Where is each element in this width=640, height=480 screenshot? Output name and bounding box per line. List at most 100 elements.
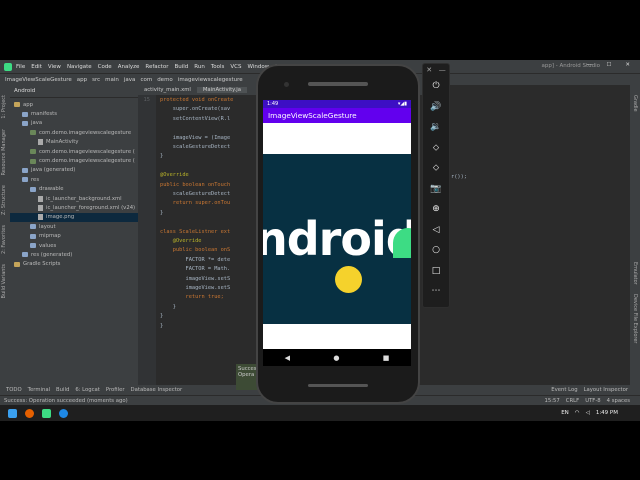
breadcrumb-com[interactable]: com (140, 77, 152, 83)
app-title: ImageViewScaleGesture (268, 111, 357, 120)
emulator-taskbar-icon[interactable] (59, 408, 68, 418)
tool-event-log[interactable]: Event Log (551, 387, 577, 393)
breadcrumb-app[interactable]: app (77, 77, 87, 83)
power-icon[interactable]: ⏻ (423, 76, 449, 97)
code-line: FACTOR *= dete (160, 256, 231, 263)
indent-setting[interactable]: 4 spaces (607, 398, 630, 404)
overview-button-icon[interactable]: □ (423, 261, 449, 282)
emulator-minimize-icon[interactable]: — (439, 66, 446, 74)
tree-item[interactable]: Gradle Scripts (10, 260, 138, 269)
breadcrumb-src[interactable]: src (92, 77, 100, 83)
breadcrumb-main[interactable]: main (105, 77, 119, 83)
firefox-icon[interactable] (25, 408, 34, 418)
breadcrumb-project[interactable]: ImageViewScaleGesture (5, 77, 72, 83)
tree-item[interactable]: drawable (10, 185, 138, 194)
tree-item[interactable]: manifests (10, 109, 138, 118)
clock[interactable]: 1:49 PM (596, 410, 618, 416)
tool-project[interactable]: 1: Project (1, 95, 7, 119)
tree-item[interactable]: res (10, 175, 138, 184)
line-gutter (138, 95, 156, 385)
home-button-icon[interactable]: ○ (423, 240, 449, 261)
tree-item[interactable]: java (generated) (10, 166, 138, 175)
tool-profiler[interactable]: Profiler (106, 387, 125, 393)
tree-item[interactable]: com.demo.imageviewscalegesture ( (10, 156, 138, 165)
tree-item[interactable]: mipmap (10, 231, 138, 240)
close-icon[interactable]: ✕ (625, 62, 630, 68)
tool-build[interactable]: Build (56, 387, 69, 393)
screenshot-icon[interactable]: 📷 (423, 179, 449, 200)
tool-favorites[interactable]: 2: Favorites (1, 225, 7, 254)
tree-item[interactable]: ic_launcher_foreground.xml (v24) (10, 203, 138, 212)
menu-build[interactable]: Build (174, 64, 188, 70)
menu-code[interactable]: Code (98, 64, 112, 70)
tool-device-file-explorer[interactable]: Device File Explorer (632, 294, 638, 343)
tool-layout-inspector[interactable]: Layout Inspector (584, 387, 628, 393)
rotate-left-icon[interactable]: ⬦ (423, 138, 449, 159)
back-icon[interactable]: ◀ (285, 354, 290, 362)
home-icon[interactable]: ● (333, 354, 339, 362)
back-button-icon[interactable]: ◁ (423, 220, 449, 241)
tab-main-activity[interactable]: MainActivity.ja (196, 87, 247, 93)
menu-analyze[interactable]: Analyze (118, 64, 140, 70)
tool-database-inspector[interactable]: Database Inspector (131, 387, 183, 393)
menu-navigate[interactable]: Navigate (67, 64, 92, 70)
tree-item[interactable]: com.demo.imageviewscalegesture ( (10, 147, 138, 156)
breadcrumb-demo[interactable]: demo (157, 77, 173, 83)
tree-item[interactable]: res (generated) (10, 250, 138, 259)
folder-icon (30, 233, 36, 239)
code-line: FACTOR = Math. (160, 266, 231, 273)
tree-item[interactable]: MainActivity (10, 138, 138, 147)
language-indicator[interactable]: EN (561, 410, 569, 416)
cursor-position[interactable]: 15:57 (545, 398, 560, 404)
menu-vcs[interactable]: VCS (230, 64, 241, 70)
emulator-close-icon[interactable]: ✕ (426, 66, 432, 74)
tool-build-variants[interactable]: Build Variants (1, 264, 7, 298)
menu-edit[interactable]: Edit (31, 64, 42, 70)
tool-gradle[interactable]: Gradle (632, 95, 638, 112)
tree-item[interactable]: values (10, 241, 138, 250)
tree-item[interactable]: com.demo.imageviewscalegesture (10, 128, 138, 137)
line-separator[interactable]: CRLF (566, 398, 579, 404)
tool-todo[interactable]: TODO (6, 387, 22, 393)
tool-resource-manager[interactable]: Resource Manager (1, 129, 7, 175)
more-icon[interactable]: ⋯ (423, 281, 449, 302)
rotate-right-icon[interactable]: ⬦ (423, 158, 449, 179)
wifi-icon[interactable]: ◠ (575, 410, 580, 416)
volume-up-icon[interactable]: 🔊 (423, 97, 449, 118)
zoom-icon[interactable]: ⊕ (423, 199, 449, 220)
folder-icon (22, 111, 28, 117)
emulator-control-panel: ✕ — ⏻ 🔊 🔉 ⬦ ⬦ 📷 ⊕ ◁ ○ □ ⋯ (422, 63, 450, 308)
menu-run[interactable]: Run (194, 64, 205, 70)
menu-tools[interactable]: Tools (211, 64, 225, 70)
tool-logcat[interactable]: 6: Logcat (75, 387, 100, 393)
project-view-selector[interactable]: Android (10, 85, 138, 98)
tree-item[interactable]: ic_launcher_background.xml (10, 194, 138, 203)
tree-item[interactable]: image.png (10, 212, 138, 223)
tool-structure[interactable]: Z: Structure (1, 185, 7, 215)
volume-down-icon[interactable]: 🔉 (423, 117, 449, 138)
menu-view[interactable]: View (48, 64, 61, 70)
window-controls: — ☐ ✕ (587, 62, 636, 68)
recents-icon[interactable]: ■ (383, 354, 390, 362)
android-studio-taskbar-icon[interactable] (42, 408, 51, 418)
menu-refactor[interactable]: Refactor (145, 64, 168, 70)
folder-icon (22, 120, 28, 126)
windows-start-icon[interactable] (8, 408, 17, 418)
status-message: Success: Operation succeeded (moments ag… (4, 398, 128, 404)
tree-item[interactable]: app (10, 100, 138, 109)
code-line: class ScaleListner ext (160, 228, 231, 235)
minimize-icon[interactable]: — (587, 62, 593, 68)
tree-item[interactable]: layout (10, 222, 138, 231)
menu-file[interactable]: File (16, 64, 25, 70)
tool-emulator[interactable]: Emulator (632, 262, 638, 285)
breadcrumb-package[interactable]: imageviewscalegesture (178, 77, 243, 83)
volume-icon[interactable]: ◁ (586, 410, 590, 416)
tab-activity-main[interactable]: activity_main.xml (138, 87, 197, 93)
tool-terminal[interactable]: Terminal (28, 387, 50, 393)
file-encoding[interactable]: UTF-8 (585, 398, 600, 404)
breadcrumb-java[interactable]: java (124, 77, 136, 83)
tree-item[interactable]: java (10, 119, 138, 128)
maximize-icon[interactable]: ☐ (606, 62, 611, 68)
scalable-image-view[interactable]: ndroid (263, 154, 411, 324)
phone-screen[interactable]: 1:49 ▾◢▮ ImageViewScaleGesture ndroid ◀ … (263, 100, 411, 366)
